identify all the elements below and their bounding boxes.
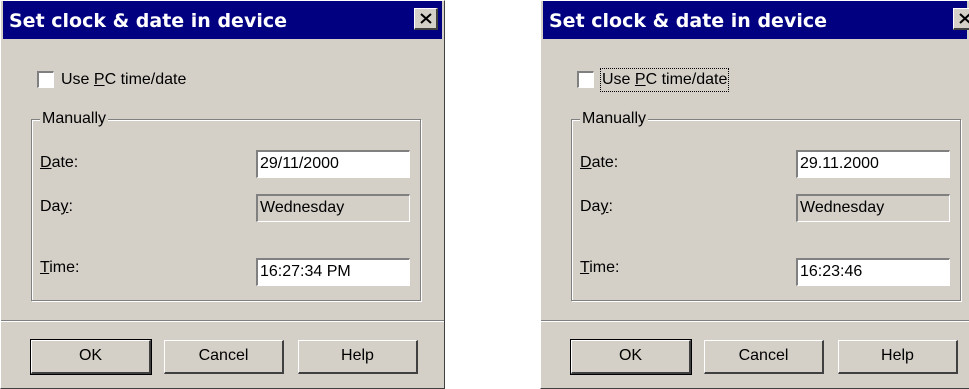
time-label: Time: xyxy=(40,259,80,276)
manually-group-label: Manually xyxy=(40,109,109,129)
dialog-title: Set clock & date in device xyxy=(549,10,827,32)
close-button[interactable] xyxy=(953,8,969,30)
time-label: Time: xyxy=(580,259,620,276)
use-pc-time-checkbox[interactable] xyxy=(577,71,594,88)
ok-button[interactable]: OK xyxy=(570,339,692,375)
use-pc-time-label[interactable]: Use PC time/date xyxy=(61,69,186,91)
date-label: Date: xyxy=(40,154,79,171)
help-button[interactable]: Help xyxy=(298,340,418,374)
use-pc-time-label[interactable]: Use PC time/date xyxy=(599,68,730,92)
cancel-button[interactable]: Cancel xyxy=(704,340,824,374)
help-button[interactable]: Help xyxy=(838,340,958,374)
button-separator xyxy=(1,320,444,322)
time-input[interactable]: 16:27:34 PM xyxy=(256,258,410,286)
date-label: Date: xyxy=(580,154,619,171)
day-field: Wednesday xyxy=(256,194,410,222)
manually-group: Manually Date: 29/11/2000 Day: Wednesday… xyxy=(31,109,421,301)
time-input[interactable]: 16:23:46 xyxy=(796,258,950,286)
day-label: Day: xyxy=(580,198,613,215)
title-bar: Set clock & date in device xyxy=(543,1,969,39)
clock-dialog-right: Set clock & date in device Use PC time/d… xyxy=(540,0,969,389)
use-pc-time-checkbox[interactable] xyxy=(37,71,54,88)
ok-button[interactable]: OK xyxy=(30,339,152,375)
clock-dialog-left: Set clock & date in device Use PC time/d… xyxy=(0,0,445,389)
button-separator xyxy=(541,320,969,322)
dialog-title: Set clock & date in device xyxy=(9,10,287,32)
close-icon xyxy=(959,13,969,24)
close-icon xyxy=(420,13,432,24)
day-label: Day: xyxy=(40,198,73,215)
cancel-button[interactable]: Cancel xyxy=(164,340,284,374)
date-input[interactable]: 29.11.2000 xyxy=(796,150,950,178)
manually-group-label: Manually xyxy=(580,109,649,129)
title-bar: Set clock & date in device xyxy=(3,1,442,39)
day-field: Wednesday xyxy=(796,194,950,222)
manually-group: Manually Date: 29.11.2000 Day: Wednesday… xyxy=(571,109,961,301)
date-input[interactable]: 29/11/2000 xyxy=(256,150,410,178)
close-button[interactable] xyxy=(414,8,438,30)
